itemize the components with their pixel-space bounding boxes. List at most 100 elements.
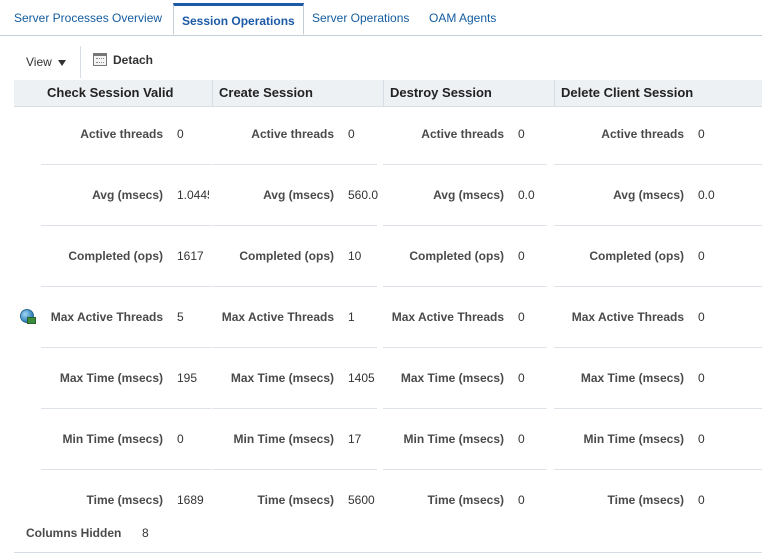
- row-divider: [383, 469, 547, 470]
- row-divider: [41, 347, 211, 348]
- tab-server-processes-overview[interactable]: Server Processes Overview: [14, 11, 162, 25]
- row-divider: [554, 225, 762, 226]
- cell-value: 0: [698, 249, 705, 263]
- column-header-create-session[interactable]: Create Session: [212, 80, 383, 106]
- columns-hidden-label: Columns Hidden: [26, 526, 122, 540]
- row-divider: [212, 347, 377, 348]
- row-divider: [212, 164, 377, 165]
- cell-value: 0: [518, 127, 525, 141]
- row-divider: [41, 164, 211, 165]
- row-label: Avg (msecs): [92, 188, 163, 202]
- cell-value: 0: [698, 127, 705, 141]
- row-label: Completed (ops): [239, 249, 334, 263]
- toolbar-separator: [80, 46, 81, 78]
- row-label: Max Time (msecs): [580, 371, 684, 385]
- cell-value: 1.0445: [177, 188, 209, 202]
- row-divider: [41, 469, 211, 470]
- cell-value: 0: [348, 127, 355, 141]
- cell-value: 560.0: [348, 188, 378, 202]
- cell-value: 0: [518, 371, 525, 385]
- column-header-destroy-session[interactable]: Destroy Session: [383, 80, 554, 106]
- cell-value: 0: [518, 249, 525, 263]
- row-label: Completed (ops): [409, 249, 504, 263]
- row-divider: [383, 225, 547, 226]
- row-divider: [383, 347, 547, 348]
- row-label: Completed (ops): [68, 249, 163, 263]
- tab-oam-agents[interactable]: OAM Agents: [429, 11, 496, 25]
- row-divider: [554, 164, 762, 165]
- globe-icon[interactable]: [20, 309, 36, 324]
- cell-value: 0.0: [518, 188, 535, 202]
- row-label: Max Time (msecs): [400, 371, 504, 385]
- row-label: Completed (ops): [589, 249, 684, 263]
- row-divider: [212, 225, 377, 226]
- cell-value: 0: [698, 310, 705, 324]
- row-divider: [41, 408, 211, 409]
- row-label: Time (msecs): [607, 493, 684, 507]
- row-divider: [383, 164, 547, 165]
- row-label: Avg (msecs): [613, 188, 684, 202]
- detach-label: Detach: [113, 53, 154, 67]
- row-label: Min Time (msecs): [62, 432, 163, 446]
- row-divider: [554, 347, 762, 348]
- row-divider: [383, 408, 547, 409]
- row-label: Min Time (msecs): [403, 432, 504, 446]
- row-label: Avg (msecs): [433, 188, 504, 202]
- row-divider: [41, 286, 211, 287]
- view-menu[interactable]: View: [26, 55, 66, 69]
- cell-value: 1: [348, 310, 355, 324]
- tab-server-operations[interactable]: Server Operations: [312, 11, 409, 25]
- row-divider: [383, 286, 547, 287]
- column-header-check-session-valid[interactable]: Check Session Valid: [41, 80, 212, 106]
- cell-value: 195: [177, 371, 198, 385]
- row-label: Min Time (msecs): [583, 432, 684, 446]
- column-header-delete-client-session[interactable]: Delete Client Session: [554, 80, 762, 106]
- cell-value: 0: [518, 493, 525, 507]
- cell-value: 0: [698, 432, 705, 446]
- caret-down-icon: [57, 59, 66, 66]
- cell-value: 0: [698, 371, 705, 385]
- cell-value: 0: [518, 310, 525, 324]
- detach-icon: [93, 53, 107, 66]
- cell-value: 0: [177, 127, 184, 141]
- row-divider: [554, 469, 762, 470]
- row-label: Time (msecs): [427, 493, 504, 507]
- cell-value: 0: [518, 432, 525, 446]
- cell-value: 10: [348, 249, 362, 263]
- row-label: Min Time (msecs): [233, 432, 334, 446]
- cell-value: 1617: [177, 249, 204, 263]
- row-label: Max Active Threads: [50, 310, 163, 324]
- columns-hidden-value: 8: [142, 526, 149, 540]
- row-label: Avg (msecs): [263, 188, 334, 202]
- cell-value: 5600: [348, 493, 375, 507]
- row-label: Active threads: [421, 127, 504, 141]
- cell-value: 0.0: [698, 188, 715, 202]
- cell-value: 0: [177, 432, 184, 446]
- row-label: Max Time (msecs): [230, 371, 334, 385]
- tab-bar: Server Processes Overview Session Operat…: [0, 0, 762, 36]
- cell-value: 5: [177, 310, 184, 324]
- tab-session-operations[interactable]: Session Operations: [173, 3, 304, 35]
- row-label: Max Active Threads: [391, 310, 504, 324]
- row-divider: [212, 469, 377, 470]
- divider: [14, 552, 762, 553]
- cell-value: 1405: [348, 371, 375, 385]
- row-label: Active threads: [601, 127, 684, 141]
- detach-button[interactable]: Detach: [93, 53, 153, 67]
- row-label: Max Active Threads: [571, 310, 684, 324]
- cell-value: 1689: [177, 493, 204, 507]
- cell-value: 0: [698, 493, 705, 507]
- row-label: Max Active Threads: [221, 310, 334, 324]
- row-label: Max Time (msecs): [59, 371, 163, 385]
- row-label: Time (msecs): [86, 493, 163, 507]
- row-divider: [41, 225, 211, 226]
- row-label: Active threads: [80, 127, 163, 141]
- row-divider: [554, 286, 762, 287]
- row-label: Active threads: [251, 127, 334, 141]
- cell-value: 17: [348, 432, 362, 446]
- row-label: Time (msecs): [257, 493, 334, 507]
- row-divider: [212, 408, 377, 409]
- row-divider: [554, 408, 762, 409]
- view-menu-label: View: [26, 55, 52, 69]
- row-divider: [212, 286, 377, 287]
